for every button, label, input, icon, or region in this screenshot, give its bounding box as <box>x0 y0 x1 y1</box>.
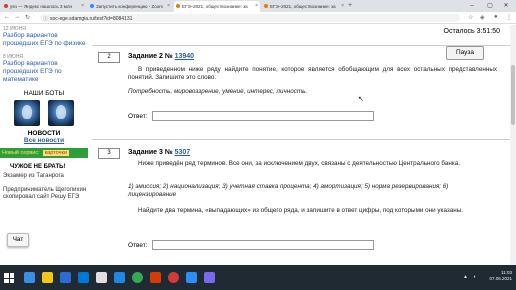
clock[interactable]: 11:03 07.06.2021 <box>489 270 512 282</box>
reload-icon[interactable]: ↻ <box>25 14 30 21</box>
zoom-favicon-icon <box>90 4 94 8</box>
bots-row <box>0 100 88 126</box>
mail-icon[interactable] <box>114 272 125 283</box>
answer-input-task-3[interactable] <box>152 240 374 250</box>
mouse-cursor-icon: ↖ <box>358 96 364 103</box>
task-3: 3 Задание 3 № 5307 Ниже приведён ряд тер… <box>92 148 497 265</box>
maximize-icon[interactable]: ▢ <box>482 0 498 12</box>
star-icon[interactable]: ☆ <box>468 14 473 21</box>
close-tab-icon[interactable]: × <box>167 3 170 9</box>
news-link-physics[interactable]: Разбор вариантов прошедших ЕГЭ по физике <box>3 32 88 48</box>
menu-icon[interactable]: ⋮ <box>506 14 512 21</box>
answer-input-task-2[interactable] <box>152 111 374 121</box>
divider <box>92 139 510 140</box>
bot-avatar-right[interactable] <box>48 100 74 126</box>
address-bar-row: ← → ↻ ⓘ soc-ege.sdamgia.ru/test?id=80841… <box>0 12 516 24</box>
explorer-icon[interactable] <box>78 272 89 283</box>
left-sidebar: 12 ИЮНЯ Разбор вариантов прошедших ЕГЭ п… <box>0 25 88 265</box>
clock-date: 07.06.2021 <box>489 276 512 281</box>
start-icon[interactable] <box>4 273 14 283</box>
tab-zoom[interactable]: Запустить конференцию - Zoom × <box>88 1 172 12</box>
tab-label: ysn — Яндекс нашлось 3 млн <box>10 4 72 9</box>
all-news-link[interactable]: Все новости <box>0 137 88 144</box>
minimize-icon[interactable]: – <box>464 0 480 12</box>
promo-cards-label: карточки <box>42 150 69 156</box>
tab-label: ЕГЭ–2021, обществознание: за <box>182 4 248 9</box>
sdamgia-favicon-icon <box>264 4 268 8</box>
scrollbar-thumb[interactable] <box>511 65 515 125</box>
warning-heading: ЧУЖОЕ НЕ БРАТЬ! <box>10 164 66 170</box>
story-link[interactable]: Экзамер из Таганрога <box>3 173 88 181</box>
page-scrollbar[interactable] <box>510 25 516 265</box>
news-heading: НОВОСТИ <box>27 130 61 137</box>
extension-icon[interactable]: ◈ <box>480 14 485 21</box>
promo-text: Новый сервис: <box>2 150 40 156</box>
divider <box>92 45 510 46</box>
task-number-badge: 3 <box>98 148 120 159</box>
main-content: Осталось 3:51:50 Пауза 2 Задание 2 № 139… <box>92 25 510 265</box>
task-title-prefix: Задание 2 № <box>128 53 173 60</box>
close-tab-icon[interactable]: × <box>81 3 84 9</box>
news-link-math[interactable]: Разбор вариантов прошедших ЕГЭ по матема… <box>3 60 88 84</box>
network-icon[interactable]: ▲ <box>463 274 468 280</box>
zoom-icon[interactable] <box>186 272 197 283</box>
os-taskbar: ▲ ◖ 11:03 07.06.2021 <box>0 265 516 290</box>
task-text: В приведенном ниже ряду найдите понятие,… <box>128 66 497 81</box>
tab-label: ЕГЭ–2021, обществознание: за <box>270 4 336 9</box>
task-number-badge: 2 <box>98 52 120 63</box>
bots-heading: НАШИ БОТЫ <box>23 90 65 97</box>
yandex-icon[interactable] <box>168 272 179 283</box>
profile-icon[interactable]: ● <box>494 14 498 20</box>
tab-ege[interactable]: ЕГЭ–2021, обществознание: за × <box>262 1 346 12</box>
answer-label: Ответ: <box>128 242 148 249</box>
close-window-icon[interactable]: ✕ <box>498 0 514 12</box>
task-items: Потребность, мировоззрение, умение, инте… <box>128 88 308 95</box>
new-tab-button[interactable]: + <box>348 2 352 9</box>
chrome-icon[interactable] <box>132 272 143 283</box>
bot-avatar-left[interactable] <box>14 100 40 126</box>
close-tab-icon[interactable]: × <box>255 3 258 9</box>
not-secure-icon: ⓘ <box>43 15 48 21</box>
tab-label: Запустить конференцию - Zoom <box>96 4 164 9</box>
tab-ege-active[interactable]: ЕГЭ–2021, обществознание: за × <box>174 1 260 12</box>
task-view-icon[interactable] <box>42 272 53 283</box>
task-text: Ниже приведён ряд терминов. Все они, за … <box>138 160 461 167</box>
edge-icon[interactable] <box>60 272 71 283</box>
back-icon[interactable]: ← <box>4 14 10 20</box>
forward-icon[interactable]: → <box>14 14 20 20</box>
task-id-link[interactable]: 5307 <box>175 149 191 156</box>
time-remaining: Осталось 3:51:50 <box>443 28 500 35</box>
sdamgia-favicon-icon <box>176 4 180 8</box>
url-text: soc-ege.sdamgia.ru/test?id=8084131 <box>50 15 133 22</box>
volume-icon[interactable]: ◖ <box>473 274 476 280</box>
task-title-prefix: Задание 3 № <box>128 149 173 156</box>
story-text[interactable]: Предприниматель Щеголихин скопировал сай… <box>3 187 88 202</box>
tab-yandex[interactable]: ysn — Яндекс нашлось 3 млн × <box>2 1 86 12</box>
task-items: 1) эмиссия; 2) национализация; 3) учетна… <box>128 183 449 198</box>
task-title: Задание 2 № 13940 <box>128 53 194 60</box>
yandex-favicon-icon <box>4 4 8 8</box>
browser-tab-bar: ysn — Яндекс нашлось 3 млн × Запустить к… <box>0 0 516 12</box>
task-2: 2 Задание 2 № 13940 В приведенном ниже р… <box>92 52 497 152</box>
search-icon[interactable] <box>24 272 35 283</box>
close-tab-icon[interactable]: × <box>341 3 344 9</box>
app-icon[interactable] <box>204 272 215 283</box>
promo-banner[interactable]: Новый сервис: карточки <box>0 148 88 158</box>
answer-label: Ответ: <box>128 113 148 120</box>
url-field[interactable]: ⓘ soc-ege.sdamgia.ru/test?id=8084131 <box>40 14 460 22</box>
task-id-link[interactable]: 13940 <box>175 53 194 60</box>
task-title: Задание 3 № 5307 <box>128 149 190 156</box>
chat-button[interactable]: Чат <box>7 233 29 247</box>
store-icon[interactable] <box>96 272 107 283</box>
task-instruction: Найдите два термина, «выпадающих» из общ… <box>138 207 464 214</box>
office-icon[interactable] <box>150 272 161 283</box>
